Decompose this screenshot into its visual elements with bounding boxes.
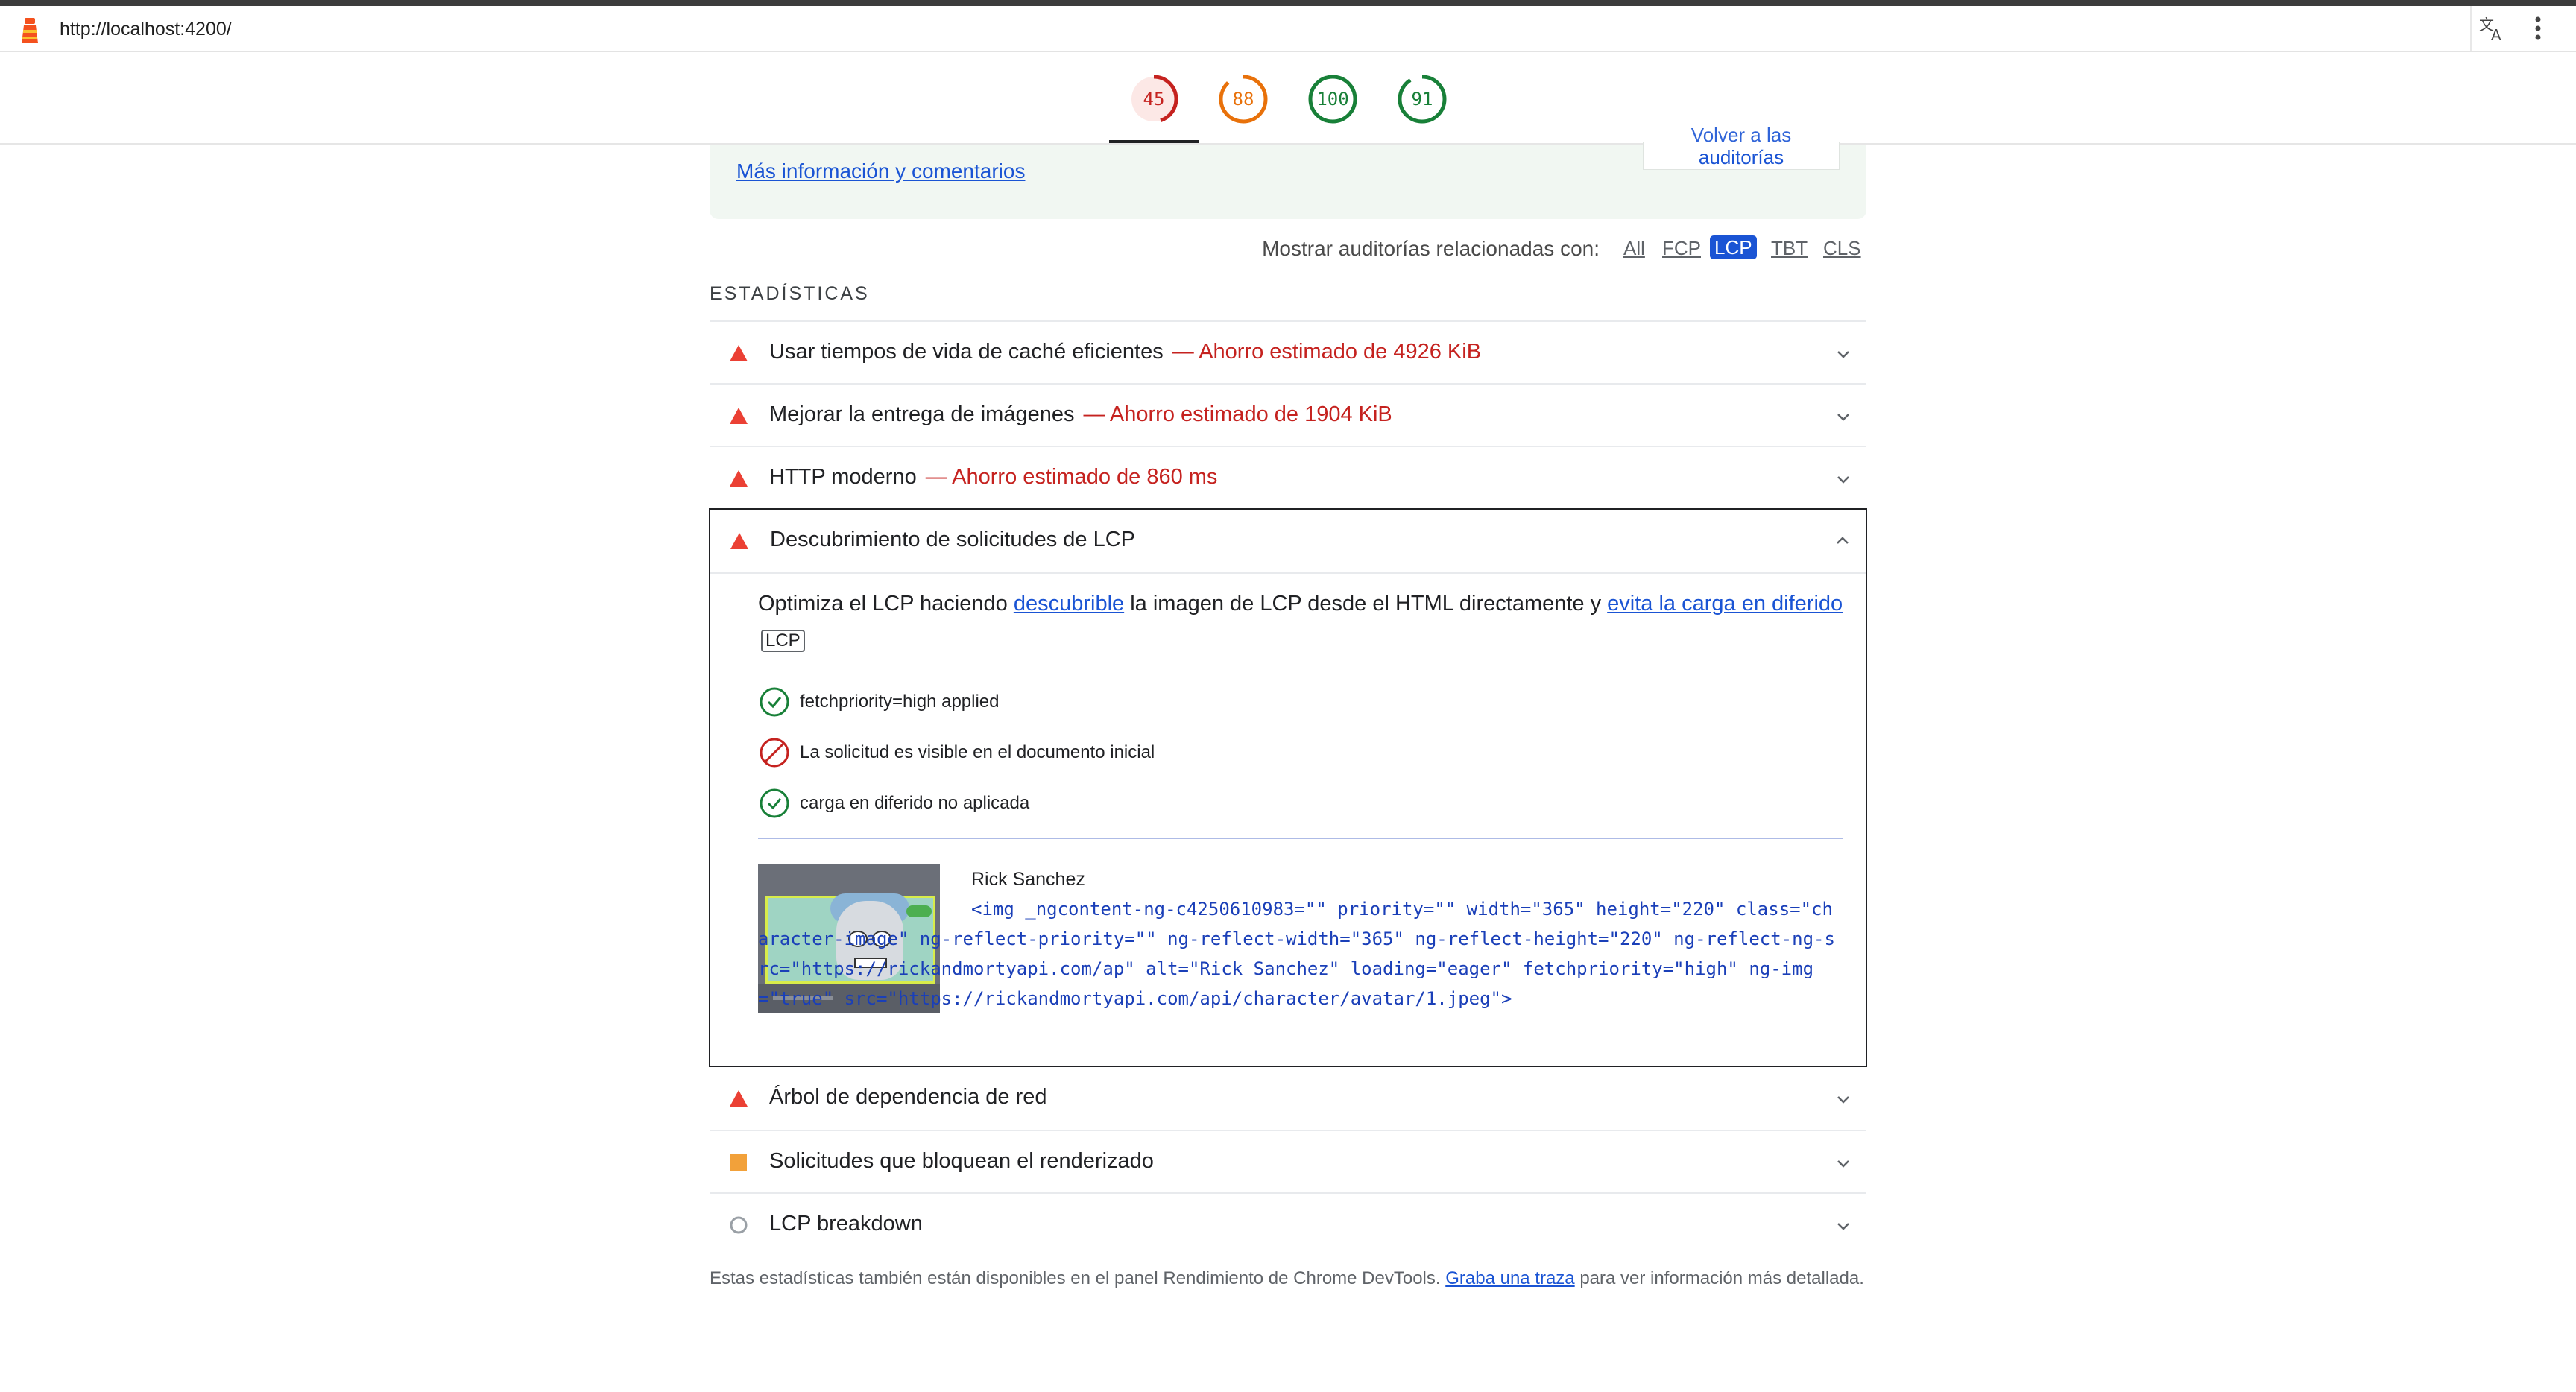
more-vert-icon[interactable] <box>2525 13 2551 43</box>
gauge-performance[interactable]: 45 <box>1129 75 1178 124</box>
gauge-seo[interactable]: 91 <box>1398 75 1447 124</box>
filter-cls[interactable]: CLS <box>1823 237 1861 260</box>
info-circle-icon <box>730 1216 748 1234</box>
divider <box>758 838 1843 839</box>
check-label: fetchpriority=high applied <box>800 692 1000 712</box>
pass-check-icon <box>760 788 789 818</box>
chevron-down-icon[interactable] <box>1834 1216 1853 1236</box>
filter-all[interactable]: All <box>1623 237 1645 260</box>
check-label: carga en diferido no aplicada <box>800 793 1030 813</box>
check-label: La solicitud es visible en el documento … <box>800 742 1155 762</box>
fail-triangle-icon <box>730 408 748 424</box>
expanded-audit-header[interactable]: Descubrimiento de solicitudes de LCP <box>710 510 1866 574</box>
active-gauge-indicator <box>1109 140 1199 143</box>
filter-tbt[interactable]: TBT <box>1771 237 1808 260</box>
filter-label: Mostrar auditorías relacionadas con: <box>1262 237 1600 260</box>
discoverable-link[interactable]: descubrible <box>1014 592 1124 616</box>
chevron-down-icon[interactable] <box>1834 1089 1853 1109</box>
gauge-score: 100 <box>1316 89 1349 110</box>
score-gauges: 45 88 100 91 <box>0 52 2576 145</box>
back-button-label: auditorías <box>1698 146 1784 168</box>
audit-item[interactable]: LCP breakdown <box>710 1192 1866 1255</box>
fail-triangle-icon <box>730 470 748 487</box>
section-title: ESTADÍSTICAS <box>710 283 870 304</box>
gauge-score: 45 <box>1143 89 1165 110</box>
fail-triangle-icon <box>730 345 748 361</box>
audit-title: Árbol de dependencia de red <box>769 1085 1047 1109</box>
audit-item[interactable]: Árbol de dependencia de red <box>710 1067 1866 1130</box>
fail-block-icon <box>760 738 789 768</box>
audit-title: Usar tiempos de vida de caché eficientes <box>769 340 1164 364</box>
gauge-score: 91 <box>1411 89 1433 110</box>
gauge-accessibility[interactable]: 88 <box>1219 75 1268 124</box>
audit-description: Optimiza el LCP haciendo descubrible la … <box>758 586 1846 657</box>
address-bar: http://localhost:4200/ 文 A <box>0 6 2576 52</box>
node-snippet: <img _ngcontent-ng-c4250610983="" priori… <box>758 899 1835 1009</box>
average-square-icon <box>730 1154 747 1171</box>
expanded-audit: Descubrimiento de solicitudes de LCP Opt… <box>709 508 1867 1067</box>
insights-footer: Estas estadísticas también están disponi… <box>710 1264 1866 1294</box>
audit-item[interactable]: Solicitudes que bloquean el renderizado <box>710 1130 1866 1192</box>
gauge-best-practices[interactable]: 100 <box>1308 75 1357 124</box>
filter-lcp[interactable]: LCP <box>1710 235 1757 259</box>
divider <box>2470 6 2472 51</box>
filter-fcp[interactable]: FCP <box>1662 237 1701 260</box>
audit-title: Descubrimiento de solicitudes de LCP <box>770 528 1136 551</box>
fail-triangle-icon <box>730 1090 748 1107</box>
gauge-score: 88 <box>1232 89 1254 110</box>
translate-icon[interactable]: 文 A <box>2476 12 2509 45</box>
footer-text: Estas estadísticas también están disponi… <box>710 1268 1441 1288</box>
desc-text: la imagen de LCP desde el HTML directame… <box>1130 592 1602 616</box>
lazy-load-link[interactable]: evita la carga en diferido <box>1607 592 1843 616</box>
audit-title: Solicitudes que bloquean el renderizado <box>769 1149 1154 1173</box>
feedback-panel: Más información y comentarios Volver a l… <box>710 124 1866 219</box>
svg-text:A: A <box>2491 26 2501 44</box>
audit-item[interactable]: Mejorar la entrega de imágenes — Ahorro e… <box>710 383 1866 446</box>
audit-savings: — Ahorro estimado de 860 ms <box>925 465 1218 489</box>
node-label: Rick Sanchez <box>971 869 1085 890</box>
audit-title: LCP breakdown <box>769 1212 923 1236</box>
audit-filter: Mostrar auditorías relacionadas con: All… <box>710 235 1866 265</box>
chevron-up-icon[interactable] <box>1833 531 1852 550</box>
audit-item[interactable]: Usar tiempos de vida de caché eficientes… <box>710 320 1866 383</box>
feedback-link[interactable]: Más información y comentarios <box>736 159 1025 183</box>
chevron-down-icon[interactable] <box>1834 407 1853 426</box>
chevron-down-icon[interactable] <box>1834 1154 1853 1173</box>
url-text[interactable]: http://localhost:4200/ <box>60 16 232 42</box>
audit-savings: — Ahorro estimado de 4926 KiB <box>1172 340 1482 364</box>
chevron-down-icon[interactable] <box>1834 344 1853 364</box>
audit-title: Mejorar la entrega de imágenes <box>769 402 1075 426</box>
footer-text: para ver información más detallada. <box>1579 1268 1864 1288</box>
audit-title: HTTP moderno <box>769 465 917 489</box>
audit-savings: — Ahorro estimado de 1904 KiB <box>1083 402 1392 426</box>
audit-item[interactable]: HTTP moderno — Ahorro estimado de 860 ms <box>710 446 1866 508</box>
back-button-label-top: Volver a las <box>1690 124 1792 146</box>
chevron-down-icon[interactable] <box>1834 469 1853 489</box>
lcp-tag: LCP <box>761 630 805 652</box>
pass-check-icon <box>760 687 789 717</box>
desc-text: Optimiza el LCP haciendo <box>758 592 1008 616</box>
record-trace-link[interactable]: Graba una traza <box>1445 1268 1574 1288</box>
lighthouse-icon <box>22 18 38 43</box>
fail-triangle-icon <box>730 533 748 549</box>
window-top-border <box>0 0 2576 6</box>
back-to-audits-button[interactable]: Volver a las auditorías <box>1643 124 1840 170</box>
